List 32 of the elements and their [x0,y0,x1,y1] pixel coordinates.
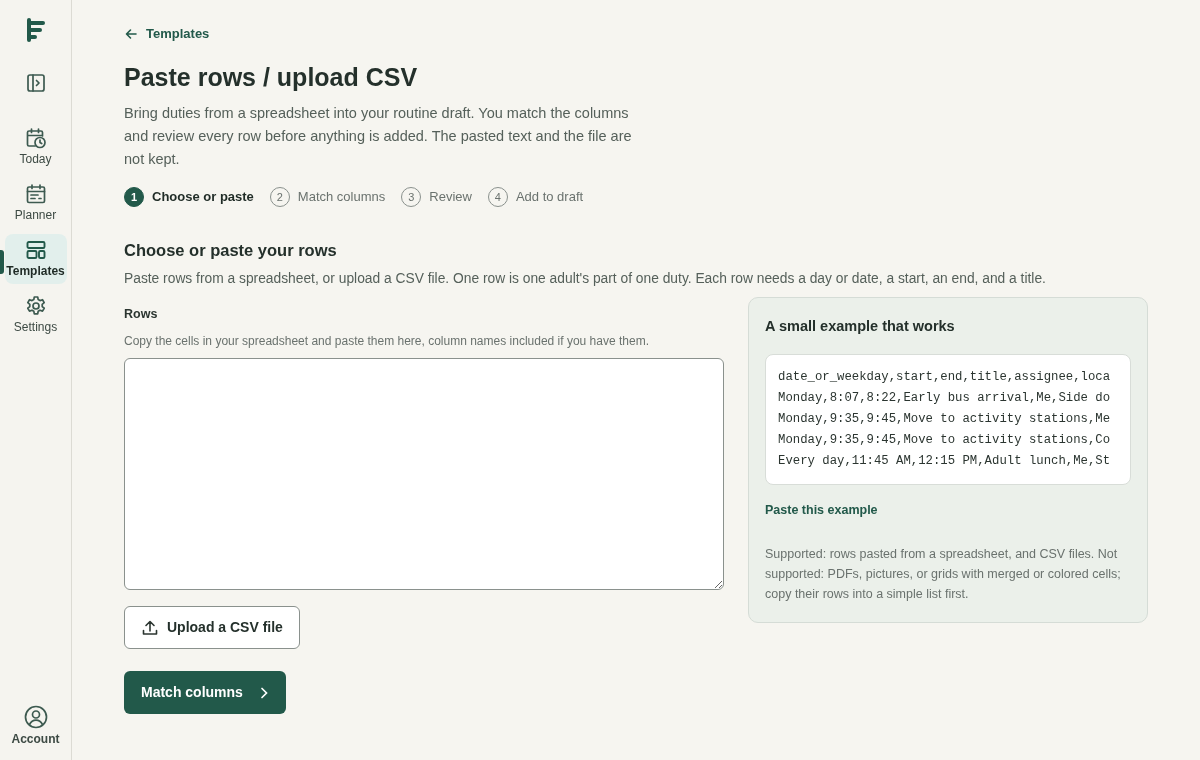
sidebar-toggle-icon [24,72,47,94]
step-label: Add to draft [515,188,584,207]
code-line: Monday,9:35,9:45,Move to activity stations,Co [778,432,1112,450]
page-title: Paste rows / upload CSV [124,62,419,92]
account-button[interactable]: Account [4,700,67,752]
support-note: Supported: rows pasted from a spreadsheet, and CSV files. Not supported: PDFs, pictures, or grids with merged or colored cells; copy their rows into a simple list first. [765,546,1122,603]
code-line: Monday,9:35,9:45,Move to activity stations,Me [778,411,1112,429]
code-line: Monday,8:07,8:22,Early bus arrival,Me,Side do [778,390,1112,408]
section-description: Paste rows from a spreadsheet, or upload a CSV file. One row is one adult's part of one duty. Each row needs a day or date, a start, an end, and a title. [124,269,1047,288]
account-icon [22,704,49,730]
step-label: Review [429,188,472,207]
upload-button[interactable]: Upload a CSV file [124,606,300,650]
paste-example-link[interactable]: Paste this example [765,501,878,520]
rows-input-field[interactable] [124,358,724,591]
field-label: Rows [124,306,159,324]
step-number: 1 [124,187,144,207]
step-label: Choose or paste [152,188,254,207]
sidebar-item[interactable]: Settings [4,290,67,340]
chevron-right-icon [258,685,269,700]
arrow-left-icon [124,27,138,41]
sidebar-item[interactable]: Planner [4,178,67,228]
sidebar-item[interactable]: Today [4,122,67,172]
intro-text: Bring duties from a spreadsheet into your routine draft. You match the columns and review every row before anything is added. The pasted text and the file are not kept. [124,104,633,169]
code-line: Every day,11:45 AM,12:15 PM,Adult lunch,Me,St [778,453,1112,471]
next-button[interactable]: Match columns [124,671,286,715]
upload-icon [141,618,159,637]
back-link[interactable]: Templates [124,24,210,44]
code-line: date_or_weekday,start,end,title,assignee,loca [778,369,1112,387]
field-hint: Copy the cells in your spreadsheet and paste them here, column names included if you have them. [124,333,650,351]
step-label: Match columns [297,188,386,207]
panel-heading: A small example that works [765,317,956,337]
section-heading: Choose or paste your rows [124,241,338,261]
